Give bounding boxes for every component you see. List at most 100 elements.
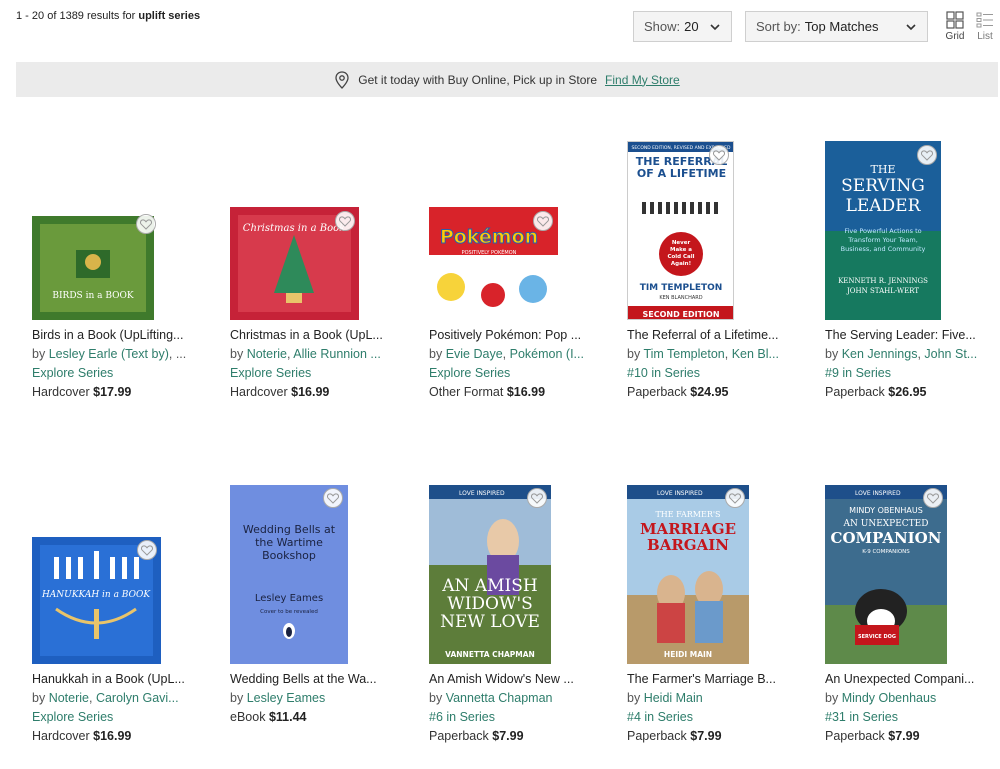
- format-label: Hardcover: [230, 385, 288, 399]
- product-title-link[interactable]: The Referral of a Lifetime...: [627, 326, 797, 345]
- wishlist-button[interactable]: [709, 145, 729, 165]
- heart-icon: [140, 218, 152, 230]
- price-line: Hardcover $17.99: [32, 383, 202, 402]
- book-cover[interactable]: LOVE INSPIRED THE FARMER'S MARRIAGE BARG…: [627, 485, 749, 664]
- book-cover[interactable]: SECOND EDITION, REVISED AND EXPANDED THE…: [627, 141, 734, 320]
- cover-badge-text: Never Make a Cold Call Again!: [667, 240, 695, 267]
- cover-title-line1: THE: [871, 163, 896, 176]
- product-authors: by Evie Daye, Pokémon (I...: [429, 345, 599, 364]
- wishlist-button[interactable]: [136, 214, 156, 234]
- product-authors: by Lesley Earle (Text by), ...: [32, 345, 202, 364]
- product-title-link[interactable]: Birds in a Book (UpLifting...: [32, 326, 202, 345]
- author-separator: ,: [88, 691, 96, 705]
- product-card: HANUKKAH in a BOOK Hanukkah in a Book (U…: [32, 485, 202, 755]
- grid-label: Grid: [945, 31, 965, 42]
- author-link[interactable]: Ken Bl...: [732, 347, 779, 361]
- author-link[interactable]: John St...: [924, 347, 977, 361]
- wishlist-button[interactable]: [533, 211, 553, 231]
- author-link[interactable]: Heidi Main: [644, 691, 703, 705]
- cover-author-text: VANNETTA CHAPMAN: [445, 650, 535, 659]
- book-cover[interactable]: THE SERVING LEADER Five Powerful Actions…: [825, 141, 941, 320]
- product-authors: by Ken Jennings, John St...: [825, 345, 995, 364]
- product-info: The Referral of a Lifetime... by Tim Tem…: [627, 326, 797, 402]
- product-card: BIRDS in a BOOK Birds in a Book (UpLifti…: [32, 140, 202, 410]
- cover-title-line2: MARRIAGE BARGAIN: [639, 521, 737, 554]
- product-title-link[interactable]: Hanukkah in a Book (UpL...: [32, 670, 202, 689]
- product-card: THE SERVING LEADER Five Powerful Actions…: [825, 140, 995, 410]
- cover-title-line2: COMPANION: [831, 529, 942, 547]
- product-title-link[interactable]: An Unexpected Compani...: [825, 670, 995, 689]
- product-card: SERVICE DOG LOVE INSPIRED MINDY OBENHAUS…: [825, 485, 995, 755]
- wishlist-button[interactable]: [527, 488, 547, 508]
- cover-subtitle-text: Five Powerful Actions to Transform Your …: [840, 227, 926, 253]
- author-link[interactable]: Noterie: [247, 347, 287, 361]
- book-cover[interactable]: Wedding Bells at the Wartime Bookshop Le…: [230, 485, 348, 664]
- wishlist-button[interactable]: [323, 488, 343, 508]
- product-title-link[interactable]: Christmas in a Book (UpL...: [230, 326, 400, 345]
- cover-author-text: TIM TEMPLETON: [640, 283, 723, 293]
- results-toolbar: 1 - 20 of 1389 results for uplift series…: [0, 0, 1000, 50]
- grid-view-toggle[interactable]: Grid: [941, 11, 969, 42]
- series-link[interactable]: #31 in Series: [825, 708, 995, 727]
- product-title-link[interactable]: Wedding Bells at the Wa...: [230, 670, 400, 689]
- cover-brand-text: LOVE INSPIRED: [855, 490, 901, 497]
- wishlist-button[interactable]: [137, 540, 157, 560]
- cover-subtitle-text: K-9 COMPANIONS: [862, 549, 910, 555]
- cover-brand-text: LOVE INSPIRED: [657, 490, 703, 497]
- author-link[interactable]: Lesley Earle (Text by): [49, 347, 169, 361]
- author-link[interactable]: Lesley Eames: [247, 691, 326, 705]
- author-link[interactable]: Ken Jennings: [842, 347, 918, 361]
- series-link[interactable]: #4 in Series: [627, 708, 797, 727]
- wishlist-button[interactable]: [725, 488, 745, 508]
- product-title-link[interactable]: The Serving Leader: Five...: [825, 326, 995, 345]
- heart-icon: [927, 492, 939, 504]
- cover-author-text: MINDY OBENHAUS: [849, 506, 923, 515]
- author-link[interactable]: Evie Daye: [446, 347, 503, 361]
- author-link[interactable]: Carolyn Gavi...: [96, 691, 179, 705]
- product-card: Wedding Bells at the Wartime Bookshop Le…: [230, 485, 400, 755]
- author-separator: ,: [724, 347, 732, 361]
- series-link[interactable]: Explore Series: [32, 364, 202, 383]
- series-link[interactable]: #10 in Series: [627, 364, 797, 383]
- wishlist-button[interactable]: [335, 211, 355, 231]
- format-label: eBook: [230, 710, 266, 724]
- sort-by-select[interactable]: Sort by: Top Matches: [745, 11, 928, 42]
- author-link[interactable]: Noterie: [49, 691, 89, 705]
- book-cover[interactable]: SERVICE DOG LOVE INSPIRED MINDY OBENHAUS…: [825, 485, 947, 664]
- cover-badge-text: SERVICE DOG: [858, 634, 896, 640]
- price-line: Paperback $7.99: [429, 727, 599, 746]
- list-view-toggle[interactable]: List: [971, 11, 999, 42]
- author-link[interactable]: Vannetta Chapman: [446, 691, 553, 705]
- author-link[interactable]: Pokémon (I...: [510, 347, 584, 361]
- series-link[interactable]: Explore Series: [230, 364, 400, 383]
- wishlist-button[interactable]: [923, 488, 943, 508]
- series-link[interactable]: Explore Series: [32, 708, 202, 727]
- grid-icon: [946, 11, 964, 29]
- show-per-page-select[interactable]: Show: 20: [633, 11, 732, 42]
- book-cover[interactable]: BIRDS in a BOOK: [32, 216, 154, 320]
- book-cover[interactable]: LOVE INSPIRED AN AMISH WIDOW'S NEW LOVE …: [429, 485, 551, 664]
- product-info: An Unexpected Compani... by Mindy Obenha…: [825, 670, 995, 746]
- series-link[interactable]: #6 in Series: [429, 708, 599, 727]
- price-line: eBook $11.44: [230, 708, 400, 727]
- heart-icon: [921, 149, 933, 161]
- price: $16.99: [291, 385, 330, 399]
- results-of: of: [47, 10, 57, 22]
- chevron-down-icon: [710, 24, 720, 31]
- author-link[interactable]: Mindy Obenhaus: [842, 691, 937, 705]
- cover-title-line2: SERVING: [841, 176, 925, 196]
- product-card: Pokémon POSITIVELY POKÉMON Positively Po…: [429, 140, 599, 410]
- author-link[interactable]: Tim Templeton: [643, 347, 724, 361]
- product-title-link[interactable]: Positively Pokémon: Pop ...: [429, 326, 599, 345]
- author-link[interactable]: Allie Runnion ...: [293, 347, 381, 361]
- product-title-link[interactable]: The Farmer's Marriage B...: [627, 670, 797, 689]
- find-my-store-link[interactable]: Find My Store: [605, 73, 680, 87]
- by-label: by: [429, 347, 443, 361]
- results-suffix: results for: [87, 10, 136, 22]
- results-summary: 1 - 20 of 1389 results for uplift series: [16, 10, 200, 22]
- series-link[interactable]: #9 in Series: [825, 364, 995, 383]
- product-title-link[interactable]: An Amish Widow's New ...: [429, 670, 599, 689]
- wishlist-button[interactable]: [917, 145, 937, 165]
- cover-author2-text: JOHN STAHL-WERT: [846, 287, 919, 295]
- series-link[interactable]: Explore Series: [429, 364, 599, 383]
